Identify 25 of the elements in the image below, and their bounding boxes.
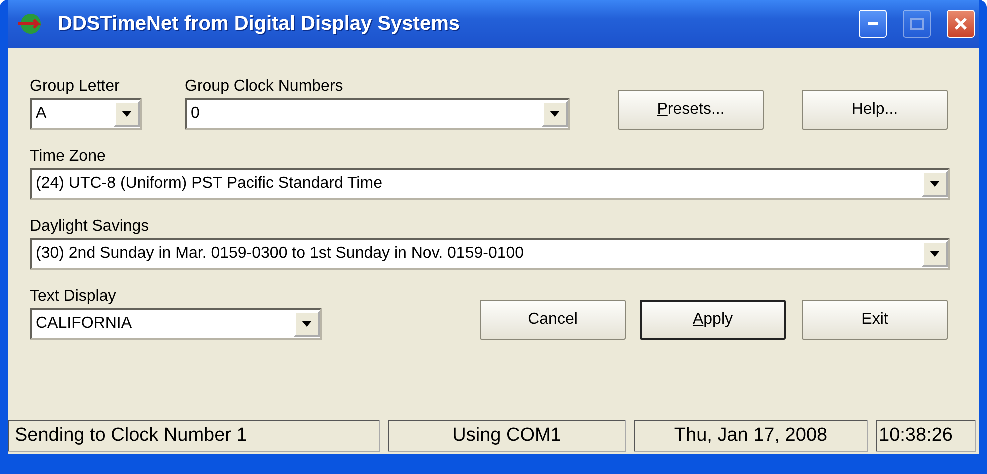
field-label: Group Letter — [30, 78, 121, 96]
dialog-button[interactable]: Apply — [640, 300, 786, 340]
dialog-button[interactable]: Presets... — [618, 90, 764, 130]
window-title: DDSTimeNet from Digital Display Systems — [58, 12, 461, 36]
clock-numbers-dropdown[interactable]: 0 — [185, 98, 570, 130]
close-icon — [954, 17, 968, 31]
minimize-button[interactable] — [859, 10, 887, 38]
field-label: Text Display — [30, 288, 118, 306]
group-letter-dropdown[interactable]: A — [30, 98, 142, 130]
status-text: 10:38:26 — [876, 420, 976, 452]
minimize-icon — [868, 22, 878, 26]
dialog-button[interactable]: Help... — [802, 90, 948, 130]
close-button[interactable] — [947, 10, 975, 38]
daylight-savings-dropdown[interactable]: (30) 2nd Sunday in Mar. 0159-0300 to 1st Sunday in Nov. 0159-0100 — [30, 238, 950, 270]
field-label: Group Clock Numbers — [185, 78, 344, 96]
status-text: Using COM1 — [388, 420, 626, 452]
dialog-button[interactable]: Cancel — [480, 300, 626, 340]
status-text: Thu, Jan 17, 2008 — [634, 420, 868, 452]
field-label: Time Zone — [30, 148, 107, 166]
time-zone-dropdown[interactable]: (24) UTC-8 (Uniform) PST Pacific Standard Time — [30, 168, 950, 200]
field-label: Daylight Savings — [30, 218, 150, 236]
maximize-icon — [910, 18, 924, 30]
dialog-button[interactable]: Exit — [802, 300, 948, 340]
status-text: Sending to Clock Number 1 — [8, 420, 380, 452]
text-display-dropdown[interactable]: CALIFORNIA — [30, 308, 322, 340]
